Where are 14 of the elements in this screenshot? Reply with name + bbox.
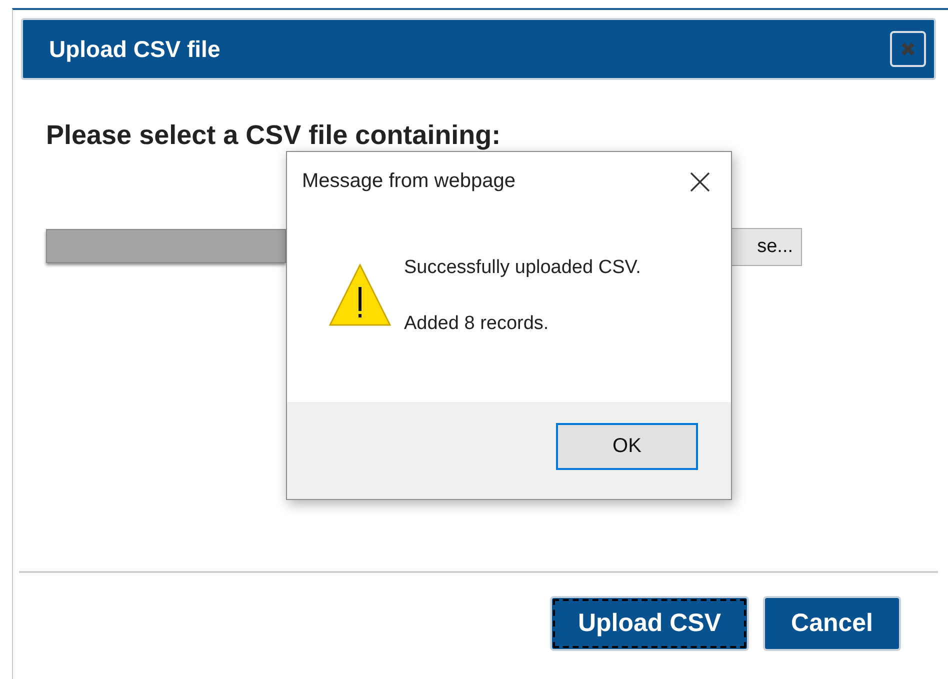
close-button[interactable] [689, 170, 711, 192]
message-title: Message from webpage [302, 170, 516, 193]
instruction-heading: Please select a CSV file containing: [46, 120, 502, 151]
file-path-field[interactable] [46, 229, 286, 263]
dialog-title: Upload CSV file [49, 36, 220, 62]
close-icon [899, 40, 917, 58]
message-text: Added 8 records. [404, 313, 550, 335]
browse-button[interactable]: se... [730, 228, 802, 266]
cancel-button[interactable]: Cancel [763, 596, 901, 651]
upload-button[interactable]: Upload CSV [550, 596, 750, 651]
ok-button[interactable]: OK [556, 423, 698, 470]
warning-icon [328, 263, 392, 327]
close-icon [689, 170, 711, 192]
message-text: Successfully uploaded CSV. [404, 257, 641, 279]
